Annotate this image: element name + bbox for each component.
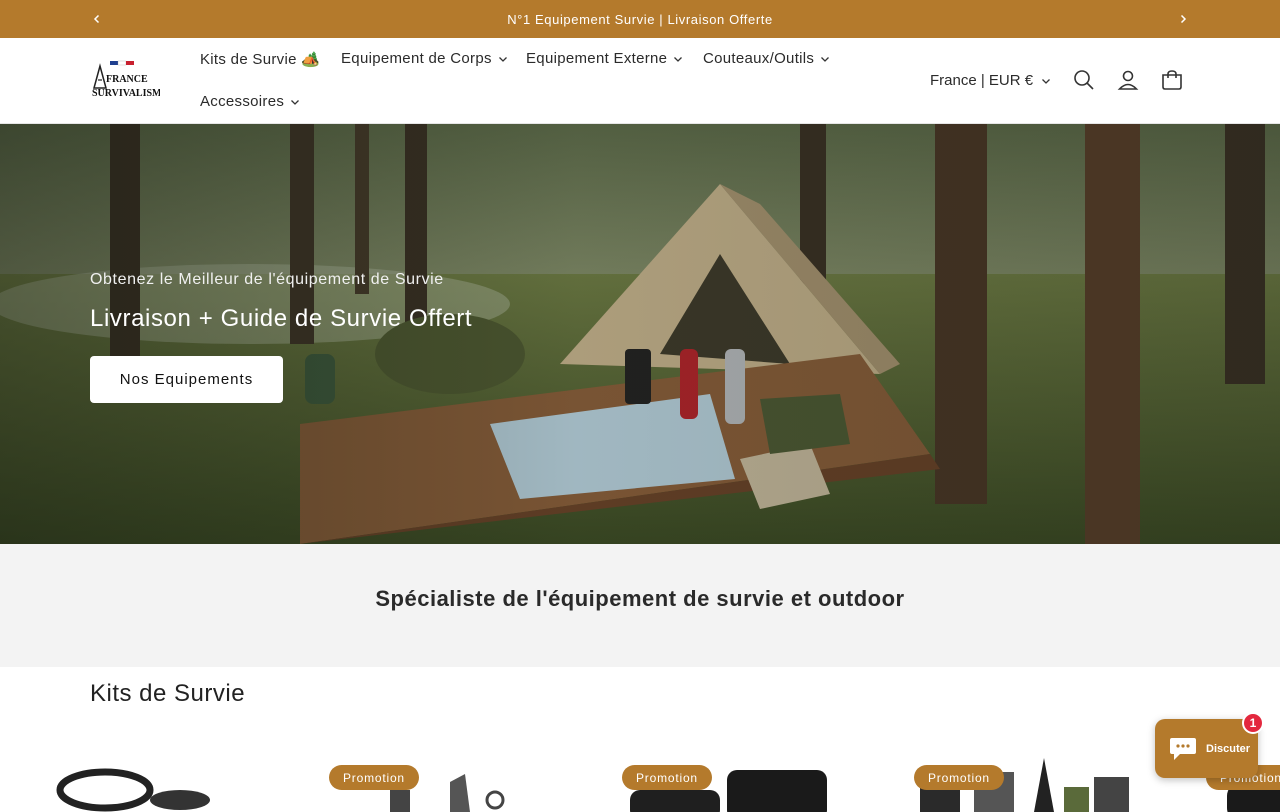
announcement-prev-button[interactable]	[87, 9, 107, 29]
chevron-down-icon	[498, 56, 507, 62]
shopping-bag-icon	[1162, 70, 1182, 90]
chevron-down-icon	[821, 56, 830, 62]
promotion-badge: Promotion	[622, 765, 712, 790]
promotion-badge: Promotion	[914, 765, 1004, 790]
collection-title: Kits de Survie	[90, 680, 246, 707]
specialist-heading: Spécialiste de l'équipement de survie et…	[375, 586, 905, 611]
chevron-left-icon	[93, 14, 100, 24]
hero-banner: Obtenez le Meilleur de l'équipement de S…	[0, 124, 1280, 544]
nav-label: Accessoires	[200, 93, 285, 110]
logo-line1: FRANCE	[106, 74, 148, 85]
chevron-right-icon	[1180, 14, 1187, 24]
announcement-bar: N°1 Equipement Survie | Livraison Offert…	[0, 0, 1280, 38]
announcement-next-button[interactable]	[1173, 9, 1193, 29]
chat-bubble-icon	[1170, 737, 1196, 760]
hero-title: Livraison + Guide de Survie Offert	[90, 305, 473, 332]
account-button[interactable]	[1116, 68, 1140, 92]
chevron-down-icon	[291, 99, 300, 105]
search-icon	[1074, 70, 1094, 90]
logo-emblem-icon: FRANCE SURVIVALISME	[92, 60, 168, 99]
site-header: FRANCE SURVIVALISME Kits de Survie 🏕️ Eq…	[0, 38, 1280, 124]
hero-cta-button[interactable]: Nos Equipements	[90, 356, 283, 403]
locale-selector[interactable]: France | EUR €	[930, 72, 1051, 89]
chevron-down-icon	[674, 56, 683, 62]
promotion-badge: Promotion	[329, 765, 419, 790]
nav-label: Couteaux/Outils	[703, 50, 815, 67]
product-image	[56, 768, 210, 812]
user-icon	[1117, 70, 1139, 90]
cart-button[interactable]	[1160, 68, 1184, 92]
specialist-section: Spécialiste de l'équipement de survie et…	[0, 544, 1280, 667]
announcement-text: N°1 Equipement Survie | Livraison Offert…	[507, 11, 773, 27]
nav-label: Kits de Survie 🏕️	[200, 51, 321, 68]
nav-kits-de-survie[interactable]: Kits de Survie 🏕️	[200, 50, 320, 68]
chevron-down-icon	[1042, 78, 1051, 84]
logo-line2: SURVIVALISME	[92, 88, 160, 99]
nav-equipement-de-corps[interactable]: Equipement de Corps	[341, 50, 508, 67]
chat-label: Discuter	[1206, 742, 1251, 755]
nav-label: Equipement de Corps	[341, 50, 492, 67]
product-card-1[interactable]	[55, 752, 255, 812]
nav-couteaux-outils[interactable]: Couteaux/Outils	[703, 50, 830, 67]
search-button[interactable]	[1072, 68, 1096, 92]
nav-equipement-externe[interactable]: Equipement Externe	[526, 50, 683, 67]
hero-subtitle: Obtenez le Meilleur de l'équipement de S…	[90, 271, 444, 288]
locale-label: France | EUR €	[930, 72, 1034, 89]
nav-label: Equipement Externe	[526, 50, 668, 67]
hero-overlay	[0, 124, 1280, 544]
chat-unread-badge: 1	[1242, 712, 1264, 734]
site-logo[interactable]: FRANCE SURVIVALISME	[90, 58, 168, 102]
nav-accessoires[interactable]: Accessoires	[200, 93, 300, 110]
